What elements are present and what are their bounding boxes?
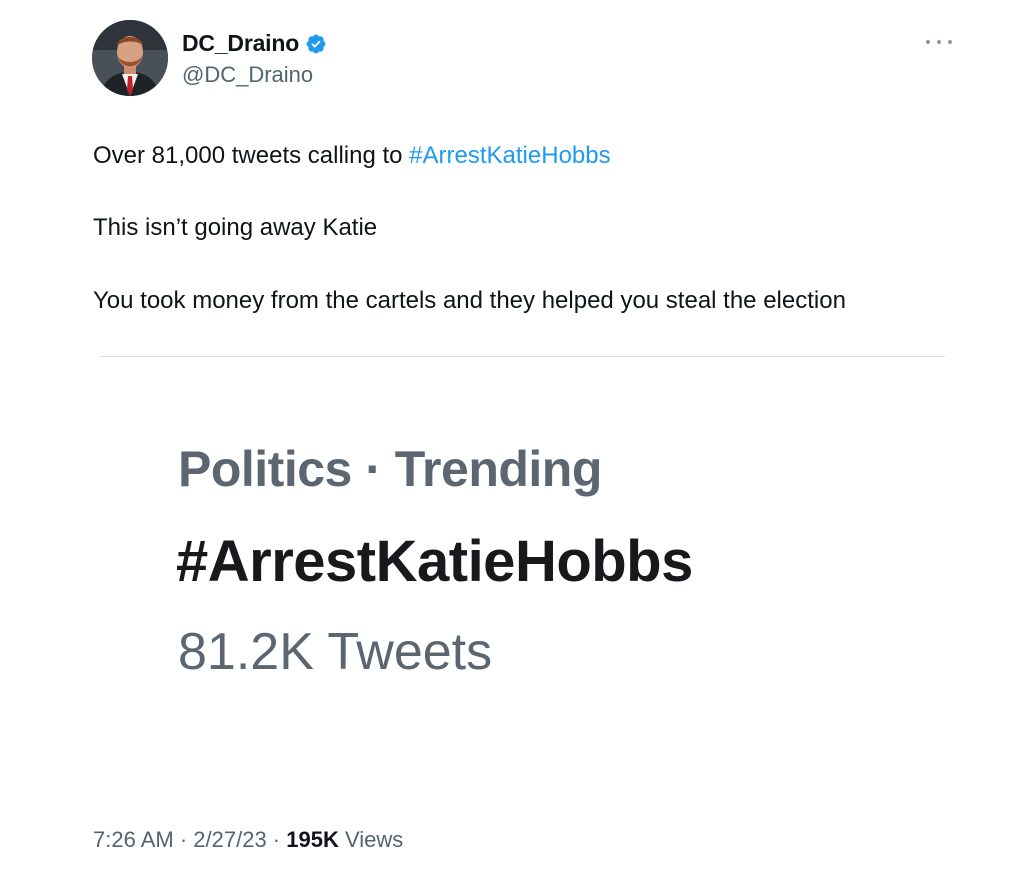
trend-context: Politics · Trending [178, 441, 602, 497]
meta-separator: · [266, 827, 287, 852]
tweet-date[interactable]: 2/27/23 [193, 827, 266, 852]
more-dot [926, 40, 930, 44]
tweet-meta: 7:26 AM · 2/27/23 · 195K Views [93, 827, 403, 853]
tweet-time[interactable]: 7:26 AM [93, 827, 174, 852]
more-dot [937, 40, 941, 44]
tweet-media-image[interactable]: Politics · Trending #ArrestKatieHobbs 81… [100, 372, 945, 792]
meta-separator: · [173, 827, 194, 852]
tweet-text-line-3: You took money from the cartels and they… [93, 287, 846, 314]
more-options-icon[interactable] [926, 32, 952, 52]
author-display-name[interactable]: DC_Draino [182, 30, 299, 57]
hashtag-link[interactable]: #ArrestKatieHobbs [409, 142, 610, 169]
tweet-text-line-2: This isn’t going away Katie [93, 214, 378, 241]
tweet: DC_Draino @DC_Draino Over 81,000 tweets … [0, 0, 1015, 875]
tweet-text-prefix: Over 81,000 tweets calling to [93, 142, 410, 169]
views-label: Views [338, 827, 404, 852]
avatar[interactable] [92, 20, 168, 96]
author-name-row[interactable]: DC_Draino [182, 30, 327, 57]
more-dot [948, 40, 952, 44]
views-count[interactable]: 195K [286, 827, 339, 852]
avatar-image [92, 20, 168, 96]
trend-count: 81.2K Tweets [178, 623, 493, 681]
author-handle[interactable]: @DC_Draino [182, 62, 313, 88]
media-divider [100, 356, 945, 357]
verified-badge-icon [305, 33, 327, 55]
tweet-text-line-1: Over 81,000 tweets calling to #ArrestKat… [93, 142, 611, 170]
trend-name: #ArrestKatieHobbs [176, 529, 693, 594]
